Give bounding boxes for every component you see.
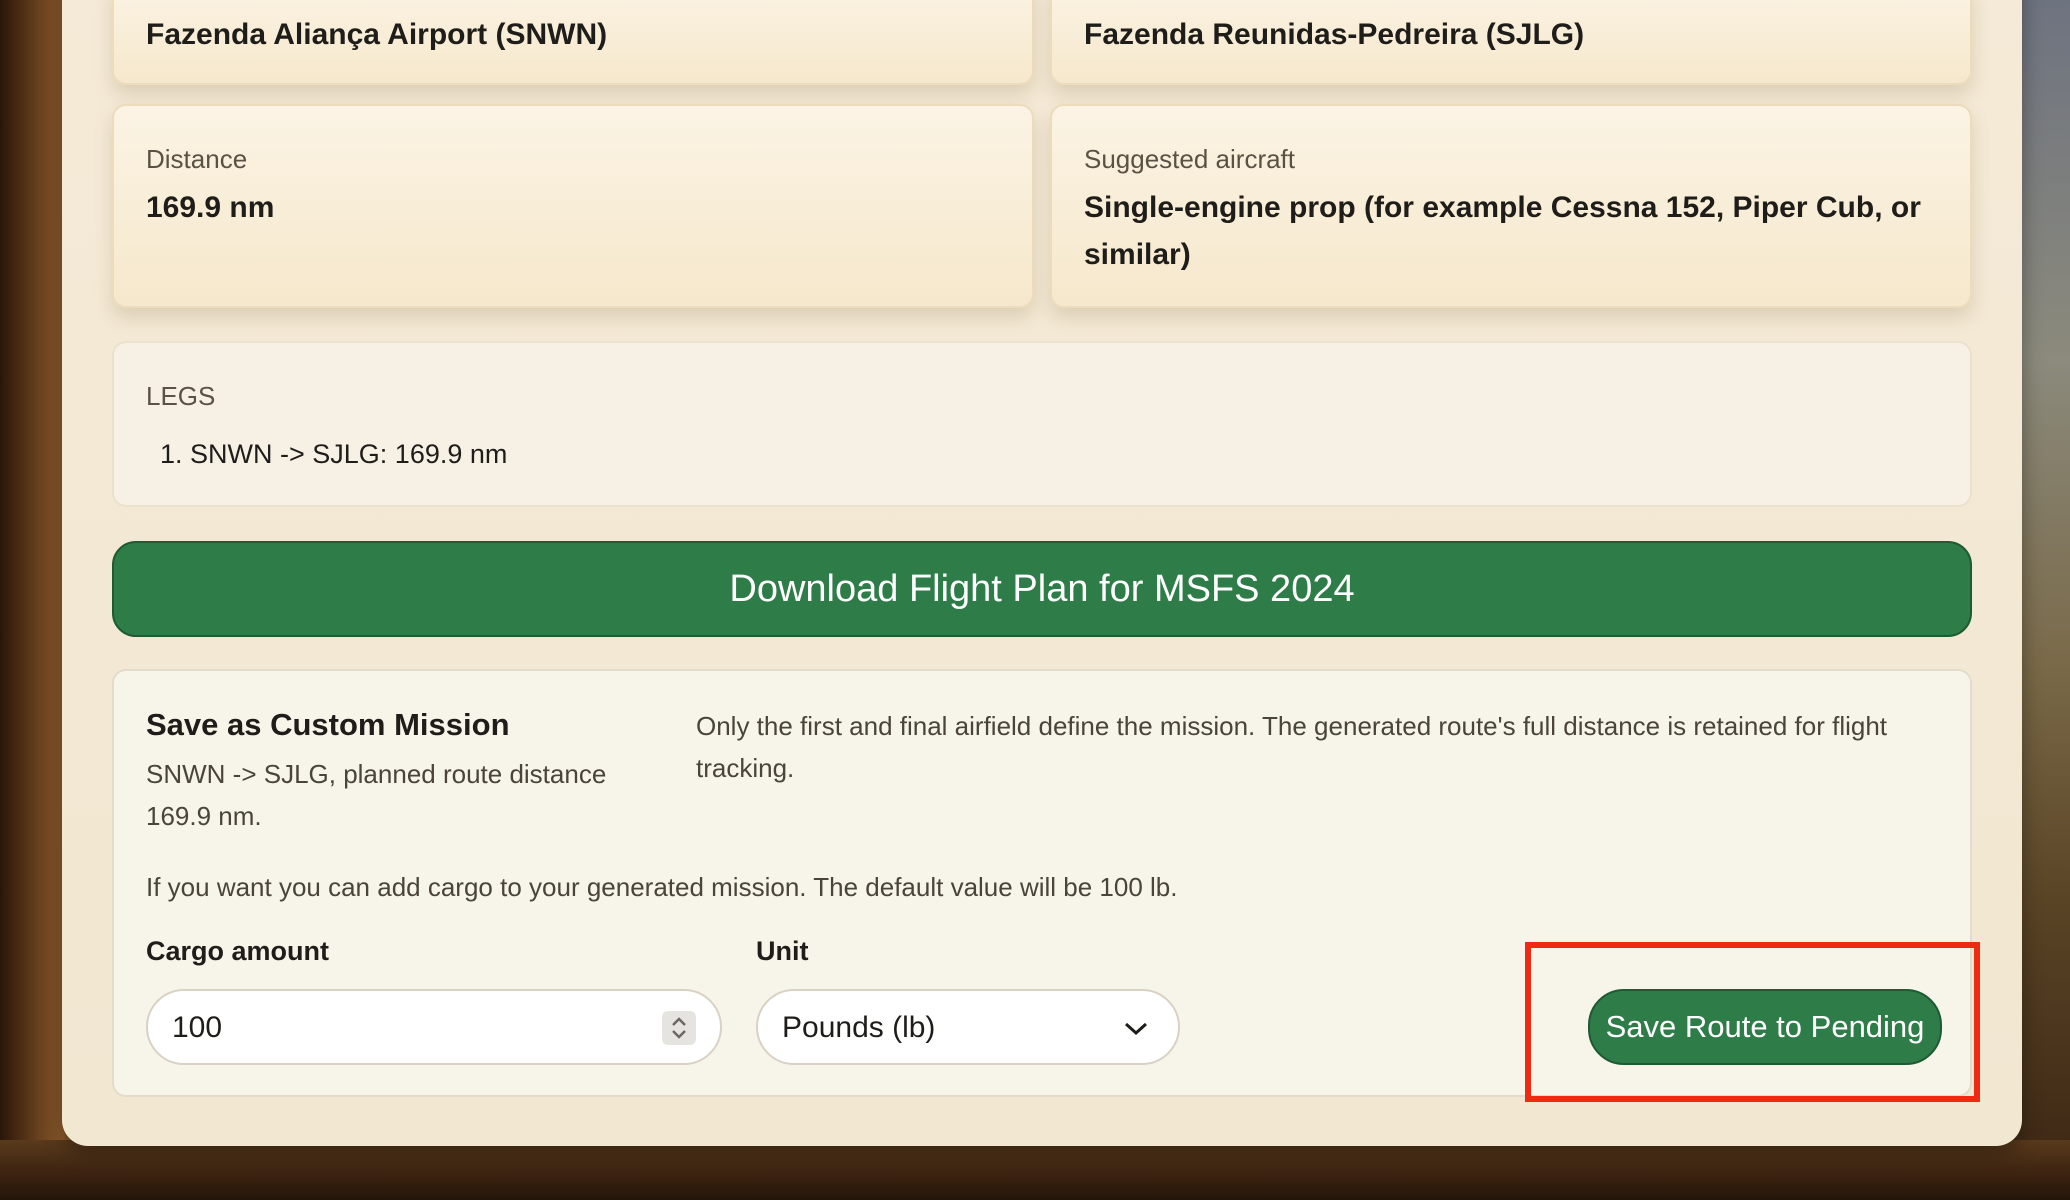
cargo-amount-input[interactable]: 100	[146, 989, 722, 1065]
aircraft-card: Suggested aircraft Single-engine prop (f…	[1050, 104, 1972, 308]
aircraft-value: Single-engine prop (for example Cessna 1…	[1084, 191, 1921, 271]
background-bottom	[0, 1140, 2070, 1200]
unit-label: Unit	[756, 936, 809, 966]
download-flight-plan-button[interactable]: Download Flight Plan for MSFS 2024	[112, 541, 1972, 637]
cargo-hint: If you want you can add cargo to your ge…	[146, 872, 1178, 902]
stepper-arrows-icon	[672, 1017, 686, 1039]
distance-card: Distance 169.9 nm	[112, 104, 1034, 308]
distance-label: Distance	[146, 144, 248, 174]
highlight-box	[1525, 942, 1980, 1102]
mission-summary: SNWN -> SJLG, planned route distance 169…	[146, 759, 607, 831]
cargo-amount-label: Cargo amount	[146, 936, 330, 966]
mission-note: Only the first and final airfield define…	[696, 711, 1888, 783]
aircraft-label: Suggested aircraft	[1084, 144, 1296, 174]
legs-section: LEGS 1. SNWN -> SJLG: 169.9 nm	[112, 341, 1972, 507]
cargo-stepper[interactable]	[662, 1011, 696, 1045]
unit-select[interactable]: Pounds (lb)	[756, 989, 1180, 1065]
distance-value: 169.9 nm	[146, 191, 275, 224]
origin-card: Fazenda Aliança Airport (SNWN)	[112, 0, 1034, 85]
chevron-down-icon	[1124, 1022, 1148, 1036]
leg-item: 1. SNWN -> SJLG: 169.9 nm	[160, 439, 508, 469]
destination-card: Fazenda Reunidas-Pedreira (SJLG)	[1050, 0, 1972, 85]
origin-airport: Fazenda Aliança Airport (SNWN)	[146, 18, 608, 51]
mission-title: Save as Custom Mission	[146, 707, 510, 742]
destination-airport: Fazenda Reunidas-Pedreira (SJLG)	[1084, 18, 1585, 51]
cargo-amount-value: 100	[172, 1011, 223, 1044]
legs-label: LEGS	[146, 381, 216, 411]
unit-selected-value: Pounds (lb)	[782, 1011, 936, 1044]
